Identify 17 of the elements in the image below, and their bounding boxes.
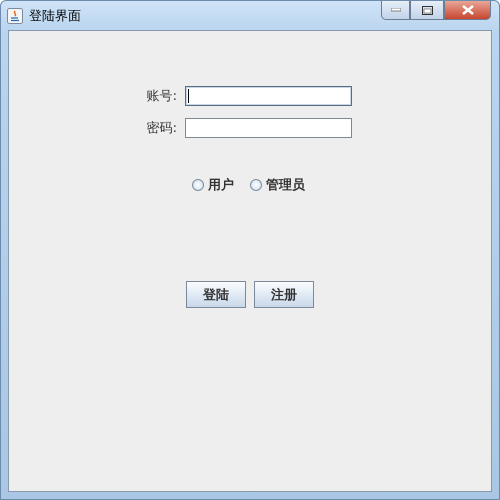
action-button[interactable]: 注册 (254, 281, 314, 308)
text-cursor (188, 89, 189, 103)
maximize-button[interactable] (410, 1, 444, 20)
maximize-icon (422, 6, 432, 14)
radio-option[interactable]: 管理员 (250, 176, 305, 194)
minimize-button[interactable] (381, 1, 410, 20)
minimize-icon (390, 8, 400, 12)
input-field[interactable] (185, 118, 352, 138)
action-button[interactable]: 登陆 (186, 281, 246, 308)
field-label: 密码: (146, 120, 177, 137)
close-button[interactable] (444, 1, 491, 20)
field-label: 账号: (146, 88, 177, 105)
close-icon (462, 5, 474, 15)
app-icon (7, 8, 23, 24)
input-field[interactable] (185, 86, 352, 106)
radio-option[interactable]: 用户 (192, 176, 234, 194)
window-title: 登陆界面 (29, 8, 81, 24)
